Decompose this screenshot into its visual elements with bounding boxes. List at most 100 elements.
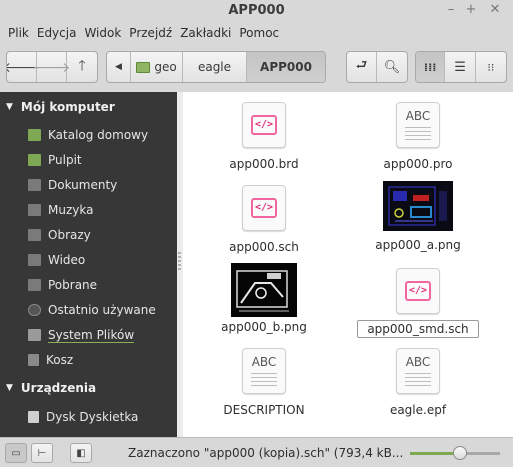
file-name: DESCRIPTION <box>223 403 305 417</box>
title-bar: APP000 – + ✕ <box>0 0 513 22</box>
sidebar-item-documents[interactable]: Dokumenty <box>28 176 117 194</box>
maximize-icon[interactable]: + <box>463 2 479 18</box>
triangle-down-icon: ▼ <box>6 102 13 112</box>
sidebar-item-label: Wideo <box>48 253 86 267</box>
breadcrumb-label: geo <box>154 60 177 74</box>
sidebar-item-trash[interactable]: Kosz <box>28 351 73 369</box>
menu-plik[interactable]: Plik <box>4 26 33 40</box>
zoom-slider[interactable] <box>410 446 500 460</box>
sidebar-item-label: Ostatnio używane <box>48 303 156 317</box>
sidebar-section-title: Mój komputer <box>20 100 115 114</box>
file-item[interactable]: </> app000.brd <box>199 102 329 182</box>
sidebar-item-label: Dokumenty <box>48 178 118 192</box>
home-folder-icon <box>28 129 41 141</box>
tree-icon: ⊢ <box>37 447 47 459</box>
file-item[interactable]: ABC DESCRIPTION <box>199 348 329 428</box>
sidebar-item-music[interactable]: Muzyka <box>28 201 93 219</box>
text-file-icon: ABC <box>396 348 440 394</box>
sidebar-item-label: Katalog domowy <box>48 128 149 142</box>
search-button[interactable]: 🔍︎ <box>377 52 407 82</box>
code-file-icon: </> <box>242 102 286 148</box>
location-entry-icon: ⮐ <box>355 58 368 73</box>
menu-przejdz[interactable]: Przejdź <box>125 26 176 40</box>
close-icon[interactable]: ✕ <box>487 2 503 18</box>
hide-sidebar-button[interactable]: ◧ <box>70 443 92 463</box>
sidebar-item-downloads[interactable]: Pobrane <box>28 276 97 294</box>
view-mode-buttons: ⁞⁞⁞ ☰ ⁝⁝ <box>415 51 507 83</box>
sidebar-item-floppy[interactable]: Dysk Dyskietka <box>28 408 138 426</box>
toggle-location-button[interactable]: ⮐ <box>347 52 378 82</box>
trash-icon <box>28 354 39 366</box>
menu-edycja[interactable]: Edycja <box>33 26 81 40</box>
sidebar-toggle-icon: ◧ <box>76 447 86 459</box>
zoom-slider-handle[interactable] <box>452 446 467 460</box>
breadcrumb-item-geo[interactable]: geo <box>131 52 183 82</box>
file-view: </> app000.brd ABC app000.pro </> app000… <box>183 92 513 437</box>
sidebar-item-label: Kosz <box>46 353 74 367</box>
desktop-icon <box>28 154 41 166</box>
sidebar-item-home[interactable]: Katalog domowy <box>28 126 148 144</box>
compact-view-button[interactable]: ⁝⁝ <box>476 52 506 82</box>
file-name: app000_a.png <box>375 238 461 252</box>
filesystem-icon <box>28 329 41 341</box>
breadcrumb-item-app000[interactable]: APP000 <box>247 52 325 82</box>
sidebar-item-pictures[interactable]: Obrazy <box>28 226 91 244</box>
sidebar-item-video[interactable]: Wideo <box>28 251 85 269</box>
sidebar-item-desktop[interactable]: Pulpit <box>28 151 82 169</box>
list-view-button[interactable]: ☰ <box>445 52 476 82</box>
file-item[interactable]: app000_a.png <box>353 181 483 261</box>
file-name: app000.brd <box>229 157 299 171</box>
icon-view-button[interactable]: ⁞⁞⁞ <box>416 52 446 82</box>
breadcrumb-label: eagle <box>197 60 232 74</box>
downloads-folder-icon <box>28 279 41 291</box>
navigation-buttons: 🡐 🡒 🡑 <box>6 51 98 83</box>
sidebar-section-title: Urządzenia <box>20 381 97 395</box>
file-item-renaming[interactable]: </> app000_smd.sch <box>353 268 483 348</box>
location-buttons: ⮐ 🔍︎ <box>346 51 408 83</box>
arrow-right-icon: 🡒 <box>32 59 71 76</box>
file-item[interactable]: ABC eagle.epf <box>353 348 483 428</box>
menu-pomoc[interactable]: Pomoc <box>235 26 283 40</box>
file-name: eagle.epf <box>389 403 447 417</box>
sidebar-item-label: Muzyka <box>48 203 94 217</box>
file-item[interactable]: ABC app000.pro <box>353 102 483 182</box>
file-item[interactable]: </> app000.sch <box>199 185 329 265</box>
sidebar-item-filesystem[interactable]: System Plików <box>28 326 135 344</box>
show-tree-button[interactable]: ⊢ <box>31 443 53 463</box>
toolbar: 🡐 🡒 🡑 ◀ geo eagle APP000 ⮐ 🔍︎ ⁞⁞⁞ ☰ ⁝⁝ <box>0 44 513 92</box>
menu-widok[interactable]: Widok <box>80 26 125 40</box>
breadcrumb-scroll-left-button[interactable]: ◀ <box>107 52 131 82</box>
file-item[interactable]: app000_b.png <box>199 263 329 343</box>
pcb-image-thumbnail <box>231 263 297 317</box>
breadcrumb: ◀ geo eagle APP000 <box>106 51 326 83</box>
arrow-up-icon: 🡑 <box>78 58 86 74</box>
up-button[interactable]: 🡑 <box>67 52 97 82</box>
file-name: app000.sch <box>229 240 299 254</box>
rename-input[interactable]: app000_smd.sch <box>357 320 479 338</box>
show-places-button[interactable]: ▭ <box>5 443 27 463</box>
breadcrumb-item-eagle[interactable]: eagle <box>183 52 247 82</box>
code-file-icon: </> <box>396 268 440 314</box>
pcb-image-thumbnail <box>383 181 453 234</box>
file-name: app000_b.png <box>221 320 307 334</box>
pcb-image-thumbnail <box>231 263 297 320</box>
status-text: Zaznaczono "app000 (kopia).sch" (793,4 k… <box>128 446 404 460</box>
forward-button[interactable]: 🡒 <box>33 52 70 82</box>
sidebar: ▼ Mój komputer Katalog domowy Pulpit Dok… <box>0 92 177 437</box>
sidebar-item-recent[interactable]: Ostatnio używane <box>28 301 156 319</box>
menu-zakladki[interactable]: Zakładki <box>176 26 235 40</box>
folder-icon <box>136 61 151 73</box>
floppy-icon <box>28 411 39 423</box>
video-folder-icon <box>28 254 41 266</box>
sidebar-section-my-computer[interactable]: ▼ Mój komputer <box>6 98 115 116</box>
code-file-icon: </> <box>242 185 286 231</box>
triangle-left-icon: ◀ <box>115 62 122 72</box>
breadcrumb-label: APP000 <box>260 60 312 74</box>
window-title: APP000 <box>228 3 285 18</box>
status-bar: ▭ ⊢ ◧ Zaznaczono "app000 (kopia).sch" (7… <box>0 437 513 467</box>
sidebar-section-devices[interactable]: ▼ Urządzenia <box>6 379 96 397</box>
recent-icon <box>28 304 41 316</box>
minimize-icon[interactable]: – <box>443 2 459 18</box>
pcb-image-thumbnail <box>383 181 453 231</box>
compact-grid-icon: ⁝⁝ <box>487 60 495 74</box>
